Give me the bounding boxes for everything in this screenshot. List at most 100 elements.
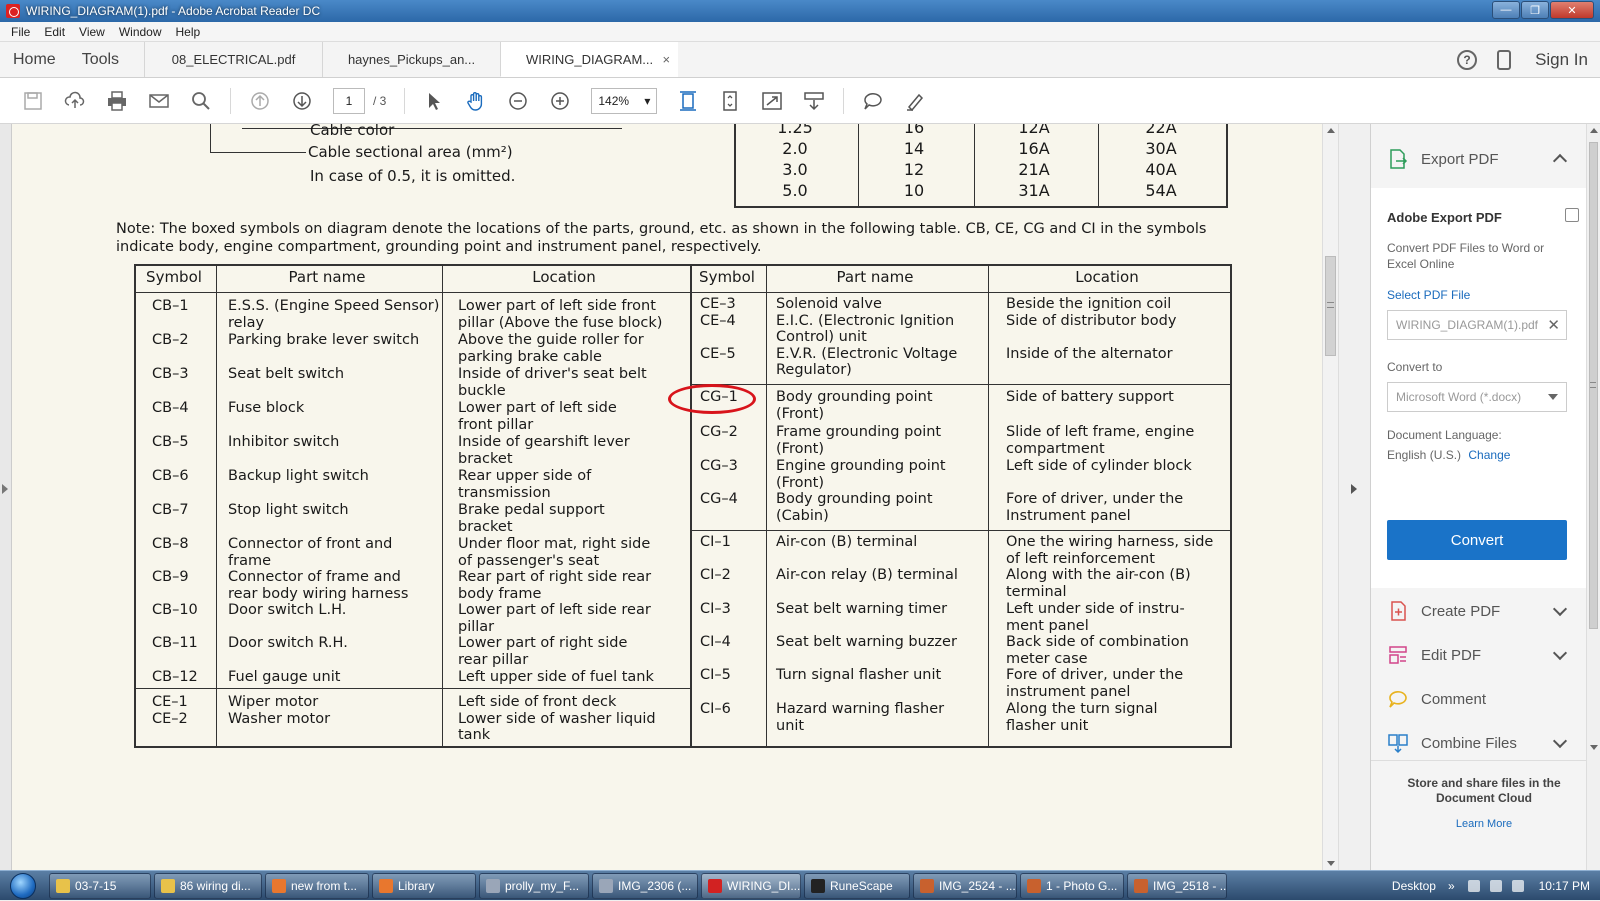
taskbar-button[interactable]: 03-7-15 — [49, 872, 151, 899]
network-icon[interactable] — [1489, 879, 1502, 892]
app-icon — [1027, 878, 1041, 893]
left-pane-toggle[interactable] — [0, 124, 12, 870]
tab-document-wiring-diagram[interactable]: WIRING_DIAGRAM... × — [500, 42, 679, 77]
convert-button[interactable]: Convert — [1387, 520, 1567, 560]
chevron-down-icon[interactable] — [1552, 733, 1568, 749]
document-viewer[interactable]: Cable color Cable sectional area (mm²) I… — [0, 124, 1370, 870]
combine-files-tool[interactable]: Combine Files — [1387, 732, 1517, 754]
tab-close-icon[interactable]: × — [662, 52, 670, 67]
panel-scrollbar[interactable] — [1586, 124, 1600, 870]
flag-icon[interactable] — [1467, 879, 1480, 892]
taskbar-button[interactable]: RuneScape — [804, 872, 910, 899]
combine-files-icon — [1388, 734, 1408, 754]
scroll-up-icon[interactable] — [1327, 128, 1335, 133]
taskbar-button[interactable]: IMG_2524 - ... — [913, 872, 1017, 899]
tab-document-haynes[interactable]: haynes_Pickups_an... — [322, 42, 500, 77]
taskbar-button[interactable]: 1 - Photo G... — [1020, 872, 1124, 899]
table-cell-location: Brake pedal support bracket — [458, 502, 605, 535]
table-cell-part-name: E.S.S. (Engine Speed Sensor) relay — [228, 298, 440, 331]
comment-icon[interactable] — [861, 89, 885, 113]
tab-home[interactable]: Home — [0, 42, 69, 77]
previous-page-icon[interactable] — [248, 89, 272, 113]
fit-page-icon[interactable] — [718, 89, 742, 113]
export-pdf-header[interactable]: Export PDF — [1387, 148, 1499, 170]
hand-tool-icon[interactable] — [464, 89, 488, 113]
clock[interactable]: 10:17 PM — [1539, 879, 1590, 893]
menu-edit[interactable]: Edit — [37, 25, 72, 39]
menu-help[interactable]: Help — [169, 25, 208, 39]
app-icon — [56, 878, 70, 893]
upload-cloud-icon[interactable] — [63, 89, 87, 113]
volume-icon[interactable] — [1511, 879, 1524, 892]
tab-document-electrical[interactable]: 08_ELECTRICAL.pdf — [144, 42, 322, 77]
document-scrollbar[interactable] — [1322, 124, 1338, 870]
comment-tool[interactable]: Comment — [1387, 688, 1486, 710]
zoom-select[interactable]: 142% ▾ — [591, 87, 658, 114]
email-icon[interactable] — [147, 89, 171, 113]
table-cell-part-name: Inhibitor switch — [228, 434, 340, 450]
next-page-icon[interactable] — [290, 89, 314, 113]
taskbar-button[interactable]: IMG_2306 (... — [592, 872, 698, 899]
read-mode-icon[interactable] — [802, 89, 826, 113]
taskbar-button[interactable]: new from t... — [265, 872, 369, 899]
chevron-up-icon[interactable] — [1552, 153, 1568, 169]
scroll-up-icon[interactable] — [1590, 128, 1598, 133]
edit-pdf-tool[interactable]: Edit PDF — [1387, 644, 1481, 666]
zoom-out-icon[interactable] — [506, 89, 530, 113]
zoom-in-icon[interactable] — [548, 89, 572, 113]
desktop-toolbar[interactable]: Desktop — [1392, 879, 1436, 893]
save-icon[interactable] — [21, 89, 45, 113]
toolbar-separator — [230, 87, 231, 114]
taskbar-button[interactable]: IMG_2518 - ... — [1127, 872, 1227, 899]
clear-icon[interactable]: ✕ — [1547, 316, 1560, 334]
full-screen-icon[interactable] — [760, 89, 784, 113]
ampacity-cell: 22A — [1145, 124, 1177, 137]
scroll-down-icon[interactable] — [1590, 745, 1598, 750]
chevron-down-icon[interactable] — [1552, 645, 1568, 661]
learn-more-link[interactable]: Learn More — [1385, 818, 1583, 830]
help-icon[interactable]: ? — [1457, 49, 1478, 70]
chevron-right-icon — [1351, 484, 1357, 494]
table-header-cell: Symbol — [699, 268, 755, 286]
scroll-down-icon[interactable] — [1327, 861, 1335, 866]
maximize-button[interactable]: ❐ — [1521, 1, 1549, 19]
language-value: English (U.S.) — [1387, 448, 1462, 462]
right-pane-toggle[interactable] — [1338, 124, 1370, 870]
taskbar-button[interactable]: 86 wiring di... — [154, 872, 262, 899]
toolbar-separator — [404, 87, 406, 114]
ampacity-cell: 2.0 — [782, 139, 808, 158]
table-cell-part-name: Hazard warning flasher unit — [776, 701, 945, 734]
format-select[interactable]: Microsoft Word (*.docx) — [1387, 382, 1567, 412]
table-cell-location: Left under side of instru- ment panel — [1006, 601, 1185, 634]
select-pdf-file-link[interactable]: Select PDF File — [1387, 288, 1470, 302]
table-header-cell: Location — [532, 268, 596, 286]
taskbar-button[interactable]: prolly_my_F... — [479, 872, 589, 899]
tab-tools[interactable]: Tools — [69, 42, 132, 77]
scroll-mode-icon[interactable] — [676, 89, 700, 113]
selected-file-field[interactable]: WIRING_DIAGRAM(1).pdf ✕ — [1387, 310, 1567, 340]
mobile-link-icon[interactable] — [1497, 49, 1512, 70]
ampacity-cell: 16A — [1018, 139, 1050, 158]
sign-in-button[interactable]: Sign In — [1535, 50, 1588, 70]
search-icon[interactable] — [189, 89, 213, 113]
taskbar-button[interactable]: WIRING_DI... — [701, 872, 801, 899]
chevron-down-icon: ▾ — [644, 93, 651, 108]
copy-icon[interactable] — [1565, 208, 1579, 222]
close-button[interactable]: ✕ — [1550, 1, 1594, 19]
change-language-link[interactable]: Change — [1468, 448, 1510, 462]
menu-file[interactable]: File — [4, 25, 37, 39]
create-pdf-tool[interactable]: Create PDF — [1387, 600, 1500, 622]
table-cell-part-name: Body grounding point (Cabin) — [776, 491, 933, 524]
chevron-down-icon[interactable] — [1552, 601, 1568, 617]
page-number-input[interactable]: 1 — [333, 87, 365, 114]
highlight-pen-icon[interactable] — [903, 89, 927, 113]
overflow-icon[interactable]: » — [1448, 879, 1455, 893]
print-icon[interactable] — [105, 89, 129, 113]
select-cursor-icon[interactable] — [422, 89, 446, 113]
menu-view[interactable]: View — [72, 25, 112, 39]
minimize-button[interactable]: — — [1492, 1, 1520, 19]
menu-window[interactable]: Window — [112, 25, 169, 39]
table-cell-symbol: CB–4 — [152, 400, 189, 416]
taskbar-button[interactable]: Library — [372, 872, 476, 899]
start-button[interactable] — [0, 871, 46, 901]
